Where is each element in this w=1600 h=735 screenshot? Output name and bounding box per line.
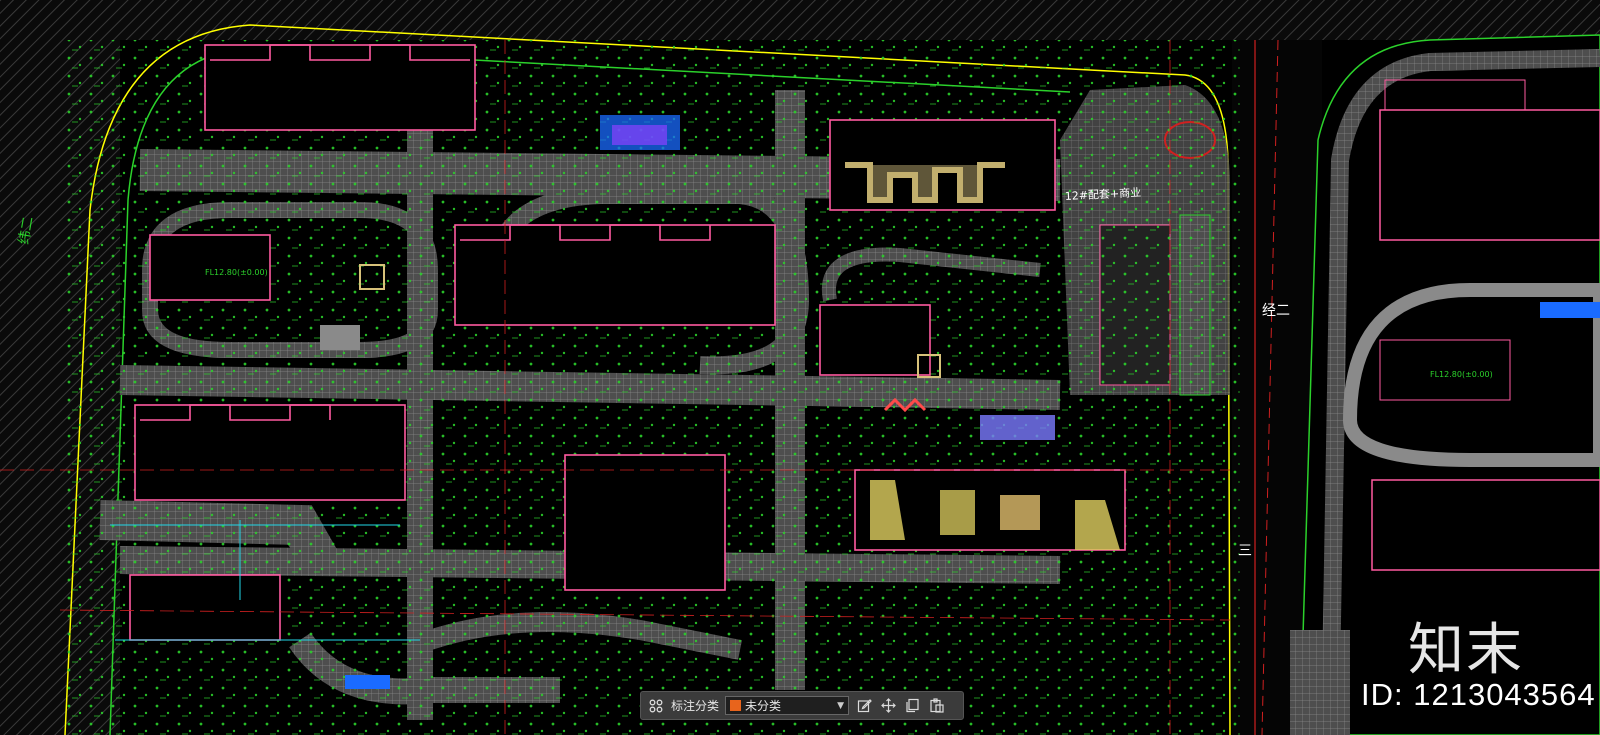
level-label-1: FL12.80(±0.00) [205, 268, 268, 277]
category-select[interactable]: 未分类 ▼ [725, 696, 850, 715]
move-icon[interactable] [879, 697, 897, 715]
grid-icon[interactable] [647, 697, 665, 715]
category-label: 标注分类 [671, 699, 720, 713]
paste-icon[interactable] [927, 697, 945, 715]
cad-drawing-canvas[interactable]: 纬二 经二 三 12#配套+商业 FL12.80(±0.00) FL12.80(… [0, 0, 1600, 735]
copy-icon[interactable] [903, 697, 921, 715]
watermark-logo: 知末 [1408, 618, 1524, 683]
road-label-mid: 三 [1238, 543, 1252, 559]
category-color-swatch [730, 700, 742, 711]
watermark-id: ID: 1213043564 [1361, 677, 1596, 712]
chevron-down-icon: ▼ [837, 700, 845, 711]
category-select-value: 未分类 [745, 699, 782, 713]
annotation-toolbar: 标注分类 未分类 ▼ [640, 691, 964, 720]
road-label-right: 经二 [1262, 303, 1290, 319]
edit-icon[interactable] [855, 697, 873, 715]
level-label-2: FL12.80(±0.00) [1430, 370, 1493, 379]
